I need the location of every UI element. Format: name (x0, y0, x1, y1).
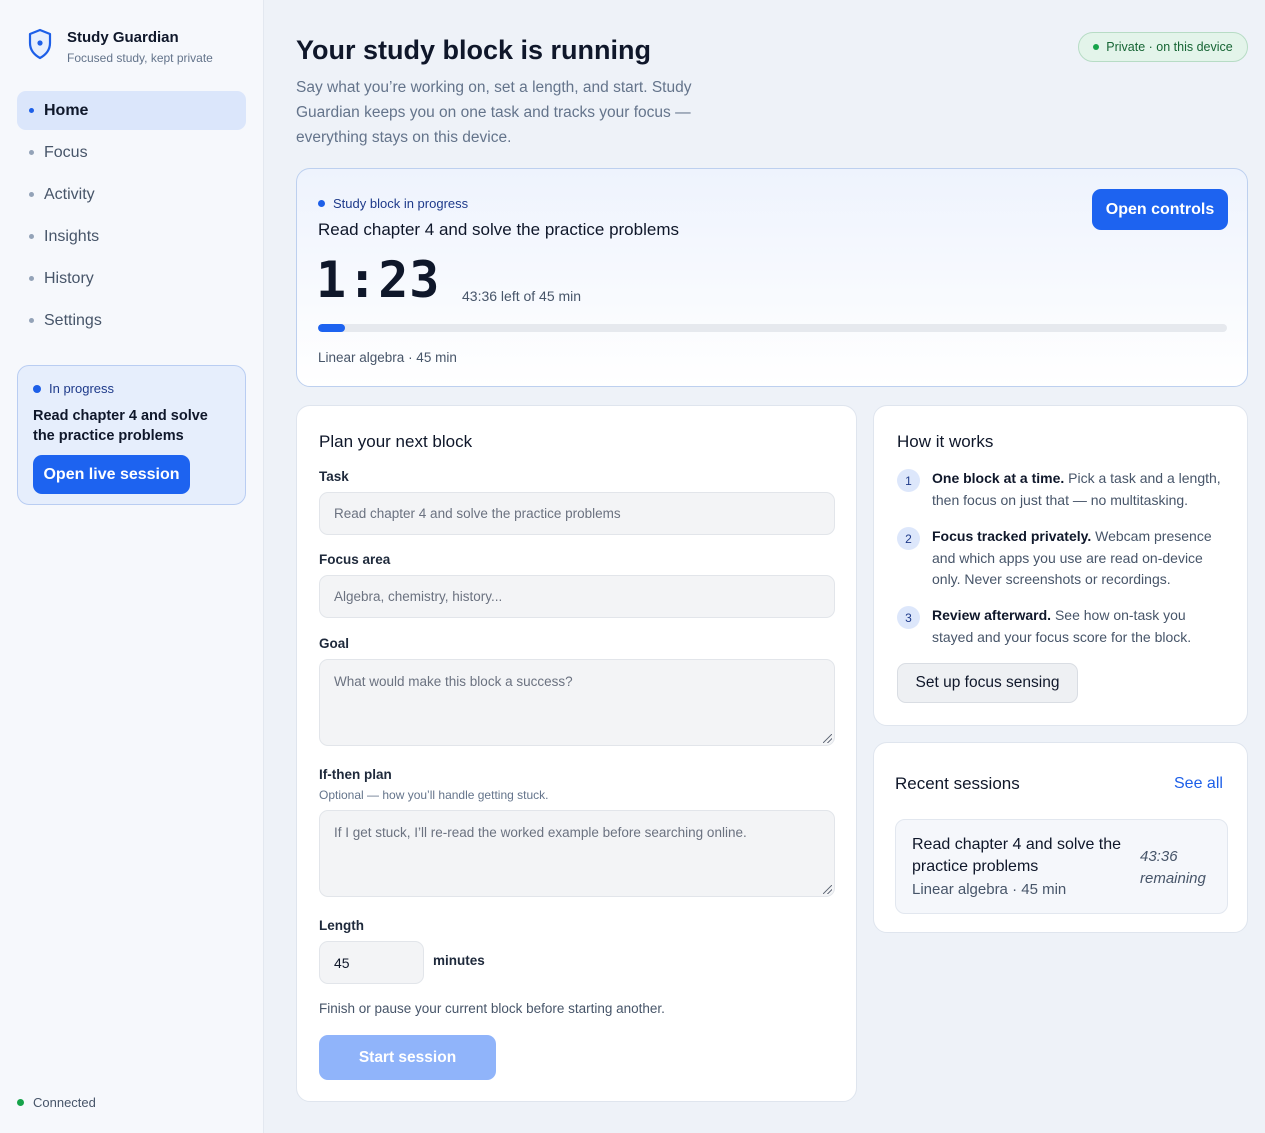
sidebar-item-label: Home (44, 101, 89, 119)
live-session-card: Study block in progress Read chapter 4 a… (296, 168, 1248, 387)
page-subtitle: Say what you’re working on, set a length… (296, 79, 692, 146)
plan-title: Plan your next block (319, 432, 473, 451)
step-item: 2 Focus tracked privately. Webcam presen… (897, 526, 1227, 591)
live-session-meta: Linear algebra · 45 min (318, 350, 457, 365)
app-tagline: Focused study, kept private (67, 51, 213, 65)
step-item: 1 One block at a time. Pick a task and a… (897, 468, 1227, 511)
open-controls-button[interactable]: Open controls (1092, 189, 1228, 230)
page-title: Your study block is running (296, 35, 652, 65)
sidebar-item-label: History (44, 269, 94, 287)
session-remaining: 43:36 remaining (1140, 848, 1206, 887)
start-session-button[interactable]: Start session (319, 1035, 496, 1080)
goal-label: Goal (319, 636, 350, 651)
length-unit: minutes (433, 953, 485, 968)
session-progress-fill (318, 324, 346, 332)
sidebar-item-label: Settings (44, 311, 102, 329)
sidebar-nav: Home Focus Activity Insights History Set… (17, 91, 246, 343)
task-label: Task (319, 469, 349, 484)
open-live-session-button[interactable]: Open live session (33, 455, 190, 494)
remaining-time: 43:36 left of 45 min (462, 288, 582, 304)
bullet-icon (29, 108, 34, 113)
app-name: Study Guardian (67, 29, 179, 46)
sidebar-item-label: Focus (44, 143, 88, 161)
elapsed-timer: 1:23 (316, 251, 441, 309)
sidebar-item-activity[interactable]: Activity (17, 175, 246, 214)
plan-next-block-card: Plan your next block Task Read chapter 4… (296, 405, 857, 1102)
sidebar-item-insights[interactable]: Insights (17, 217, 246, 256)
sidebar-item-history[interactable]: History (17, 259, 246, 298)
in-progress-task: Read chapter 4 and solve the practice pr… (33, 408, 208, 444)
bullet-icon (29, 234, 34, 239)
session-meta: Linear algebra · 45 min (912, 881, 1067, 898)
recent-sessions-card: Recent sessions See all Read chapter 4 a… (873, 742, 1248, 933)
in-progress-status: In progress (33, 381, 230, 396)
sidebar-item-focus[interactable]: Focus (17, 133, 246, 172)
length-input[interactable]: 45 (319, 941, 424, 984)
live-session-task: Read chapter 4 and solve the practice pr… (318, 220, 679, 239)
bullet-icon (29, 318, 34, 323)
live-session-status: Study block in progress (318, 196, 468, 211)
step-item: 3 Review afterward. See how on-task you … (897, 605, 1227, 648)
goal-textarea[interactable]: What would make this block a success? (319, 659, 835, 746)
resize-handle-icon[interactable] (823, 734, 832, 743)
step-number: 3 (897, 606, 920, 629)
set-up-focus-sensing-button[interactable]: Set up focus sensing (897, 663, 1078, 703)
privacy-dot-icon (1093, 44, 1100, 50)
session-task: Read chapter 4 and solve the practice pr… (912, 836, 1122, 875)
status-dot-icon (33, 384, 41, 393)
bullet-icon (29, 192, 34, 197)
focus-area-input[interactable]: Algebra, chemistry, history... (319, 575, 835, 618)
if-then-hint: Optional — how you’ll handle getting stu… (319, 788, 549, 802)
step-number: 2 (897, 527, 920, 550)
connected-dot-icon (17, 1099, 24, 1106)
resize-handle-icon[interactable] (823, 885, 832, 894)
bullet-icon (29, 276, 34, 281)
sidebar: Study Guardian Focused study, kept priva… (0, 0, 264, 1133)
plan-note: Finish or pause your current block befor… (319, 1001, 665, 1016)
task-input[interactable]: Read chapter 4 and solve the practice pr… (319, 492, 835, 535)
if-then-label: If-then plan (319, 767, 392, 782)
sidebar-item-settings[interactable]: Settings (17, 301, 246, 340)
how-it-works-card: How it works 1 One block at a time. Pick… (873, 405, 1248, 726)
connection-status: Connected (17, 1095, 96, 1110)
see-all-link[interactable]: See all (1174, 775, 1223, 793)
status-dot-icon (318, 200, 325, 207)
focus-area-label: Focus area (319, 552, 391, 567)
session-list-item[interactable]: Read chapter 4 and solve the practice pr… (895, 819, 1228, 914)
session-progress-bar (318, 324, 1227, 332)
shield-logo-icon (28, 28, 52, 60)
if-then-textarea[interactable]: If I get stuck, I’ll re-read the worked … (319, 810, 835, 897)
how-it-works-title: How it works (897, 432, 994, 451)
in-progress-card: In progress Read chapter 4 and solve the… (17, 365, 246, 505)
privacy-badge: Private · on this device (1078, 32, 1248, 62)
step-number: 1 (897, 469, 920, 492)
sidebar-item-home[interactable]: Home (17, 91, 246, 130)
recent-sessions-title: Recent sessions (895, 774, 1020, 793)
bullet-icon (29, 150, 34, 155)
brand: Study Guardian Focused study, kept priva… (27, 28, 213, 65)
sidebar-item-label: Insights (44, 227, 100, 245)
sidebar-item-label: Activity (44, 185, 95, 203)
length-label: Length (319, 918, 364, 933)
